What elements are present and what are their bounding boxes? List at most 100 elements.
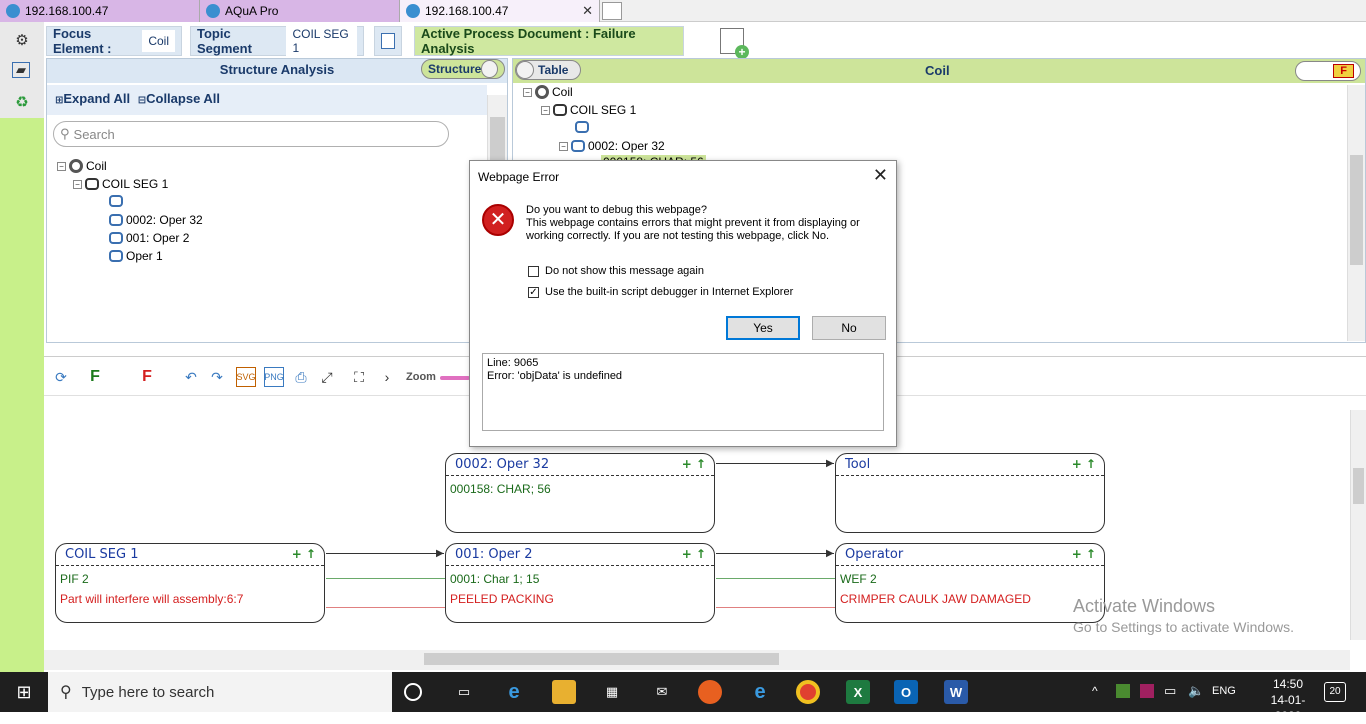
checkbox-box — [528, 265, 539, 277]
tree-node[interactable] — [109, 195, 126, 207]
task-view-icon[interactable]: ▭ — [452, 680, 476, 704]
segment-icon — [85, 178, 99, 190]
card-tool[interactable]: Tool + ↑ — [835, 453, 1105, 533]
cortana-icon[interactable] — [404, 683, 422, 701]
table-toggle[interactable]: Table — [515, 60, 581, 80]
tree-node[interactable]: 001: Oper 2 — [109, 231, 189, 245]
taskbar-clock[interactable]: 14:50 14-01-2020 — [1260, 676, 1316, 724]
fit-screen-icon[interactable]: ⛶ — [350, 367, 368, 387]
checkbox-box: ✓ — [528, 286, 539, 298]
refresh-icon[interactable]: ⟳ — [52, 367, 70, 387]
tree-node-label: 0002: Oper 32 — [588, 139, 665, 153]
mail-icon[interactable]: ✉ — [650, 680, 674, 704]
filter-red-button[interactable]: F — [138, 367, 156, 387]
use-debugger-checkbox[interactable]: ✓ Use the built-in script debugger in In… — [528, 286, 793, 298]
card-title: COIL SEG 1 — [65, 547, 139, 562]
filter-green-button[interactable]: F — [86, 367, 104, 387]
store-icon[interactable]: ▦ — [600, 680, 624, 704]
error-details-box[interactable]: Line: 9065 Error: 'objData' is undefined — [482, 353, 884, 431]
firefox-icon[interactable] — [698, 680, 722, 704]
print-icon[interactable]: ⎙ — [292, 367, 310, 387]
network-icon[interactable]: ▭ — [1164, 683, 1176, 699]
connector-line — [326, 553, 444, 554]
connector-line — [716, 463, 834, 464]
collapse-all-icon: ⊟ — [137, 95, 147, 106]
image-view-icon[interactable]: ▰ — [12, 62, 30, 78]
error-text: Error: 'objData' is undefined — [487, 370, 623, 382]
outlook-icon[interactable]: O — [894, 680, 918, 704]
dont-show-again-checkbox[interactable]: Do not show this message again — [528, 265, 704, 277]
zoom-slider[interactable] — [440, 376, 470, 380]
card-oper-32[interactable]: 0002: Oper 32 + ↑ 000158: CHAR; 56 — [445, 453, 715, 533]
f-toggle[interactable]: F — [1295, 61, 1361, 81]
toggle-label: Structure — [428, 62, 482, 76]
close-tab-icon[interactable]: ✕ — [582, 3, 593, 19]
yes-button[interactable]: Yes — [726, 316, 800, 340]
volume-muted-icon[interactable]: 🔈 — [1188, 683, 1204, 699]
search-icon: ⚲ — [60, 126, 70, 141]
tree-node[interactable]: − Coil — [523, 85, 573, 99]
card-add-up-icon[interactable]: + ↑ — [682, 547, 706, 561]
undo-icon[interactable]: ↶ — [182, 367, 200, 387]
collapse-all-link[interactable]: Collapse All — [146, 91, 220, 106]
internet-explorer-icon[interactable]: e — [748, 680, 772, 704]
card-oper-2[interactable]: 001: Oper 2 + ↑ 0001: Char 1; 15 PEELED P… — [445, 543, 715, 623]
tree-node[interactable]: − Coil — [57, 159, 107, 173]
topic-value[interactable]: COIL SEG 1 — [286, 23, 357, 59]
card-title: 001: Oper 2 — [455, 547, 533, 562]
tree-node[interactable]: 0002: Oper 32 — [109, 213, 203, 227]
focus-value[interactable]: Coil — [142, 30, 175, 52]
tab-label: 192.168.100.47 — [425, 4, 509, 18]
card-add-up-icon[interactable]: + ↑ — [1072, 457, 1096, 471]
browser-tab-3[interactable]: 192.168.100.47 ✕ — [400, 0, 600, 22]
notification-center-icon[interactable]: 20 — [1324, 682, 1346, 702]
clock-time: 14:50 — [1272, 677, 1304, 691]
edge-icon[interactable]: e — [502, 680, 526, 704]
browser-tab-1[interactable]: 192.168.100.47 — [0, 0, 200, 22]
excel-icon[interactable]: X — [846, 680, 870, 704]
tree-node[interactable] — [575, 121, 592, 133]
redo-icon[interactable]: ↷ — [208, 367, 226, 387]
new-tab-button[interactable] — [602, 2, 622, 20]
language-indicator[interactable]: ENG — [1212, 685, 1236, 697]
tray-app-icon[interactable] — [1140, 684, 1154, 698]
export-svg-icon[interactable]: SVG — [236, 367, 256, 387]
search-input[interactable]: ⚲ Search — [53, 121, 449, 147]
card-coil-seg-1[interactable]: COIL SEG 1 + ↑ PIF 2 Part will interfere … — [55, 543, 325, 623]
windows-taskbar: ⊞ ⚲ Type here to search ▭ e ▦ ✉ e X O W … — [0, 672, 1366, 723]
expand-all-link[interactable]: Expand All — [63, 91, 130, 106]
card-add-up-icon[interactable]: + ↑ — [682, 457, 706, 471]
card-add-up-icon[interactable]: + ↑ — [292, 547, 316, 561]
expand-icon[interactable]: ⤢ — [318, 367, 336, 387]
tray-app-icon[interactable] — [1116, 684, 1130, 698]
watermark-line1: Activate Windows — [1073, 596, 1216, 616]
start-windows-icon[interactable]: ⊞ — [0, 672, 48, 712]
table-scrollbar[interactable] — [1347, 85, 1365, 341]
no-button[interactable]: No — [812, 316, 886, 340]
canvas-horizontal-scrollbar[interactable] — [44, 650, 1350, 670]
edit-document-button[interactable] — [374, 26, 402, 56]
tree-node[interactable]: − COIL SEG 1 — [541, 103, 636, 117]
recycle-icon[interactable]: ♻ — [12, 92, 32, 112]
card-add-up-icon[interactable]: + ↑ — [1072, 547, 1096, 561]
operation-icon — [109, 195, 123, 207]
taskbar-search[interactable]: ⚲ Type here to search — [48, 672, 392, 712]
chrome-icon[interactable] — [796, 680, 820, 704]
error-icon: ✕ — [482, 204, 514, 236]
browser-tab-2[interactable]: AQuA Pro — [200, 0, 400, 22]
word-icon[interactable]: W — [944, 680, 968, 704]
dialog-close-icon[interactable]: ✕ — [873, 165, 888, 186]
tree-node[interactable]: −0002: Oper 32 — [559, 139, 665, 153]
card-operator[interactable]: Operator + ↑ WEF 2 CRIMPER CAULK JAW DAMA… — [835, 543, 1105, 623]
tree-node[interactable]: Oper 1 — [109, 249, 163, 263]
add-document-icon[interactable] — [720, 28, 749, 59]
chevron-right-icon[interactable]: › — [380, 367, 394, 387]
settings-gear-icon[interactable]: ⚙ — [12, 30, 32, 50]
structure-toggle[interactable]: Structure — [421, 59, 505, 79]
file-explorer-icon[interactable] — [552, 680, 576, 704]
tray-chevron-up-icon[interactable]: ^ — [1092, 684, 1098, 698]
export-png-icon[interactable]: PNG — [264, 367, 284, 387]
tree-node[interactable]: − COIL SEG 1 — [73, 177, 168, 191]
card-title: Operator — [845, 547, 904, 562]
canvas-vertical-scrollbar[interactable] — [1350, 410, 1366, 640]
